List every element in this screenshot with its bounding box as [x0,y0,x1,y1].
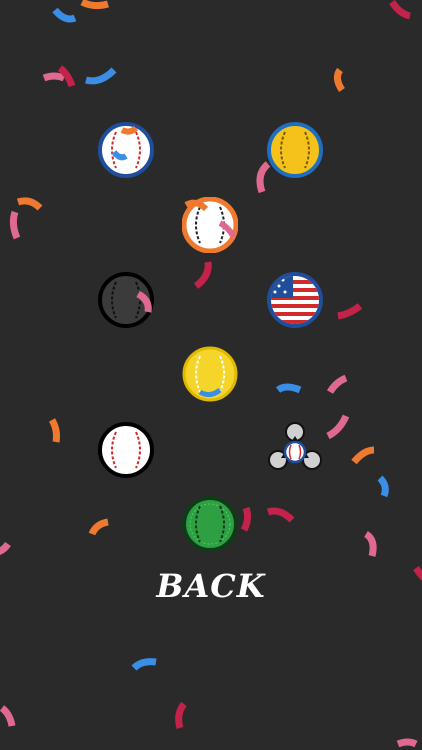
confetti-piece [240,506,252,532]
baseball-icon [98,272,154,328]
ball-option-gold[interactable] [267,122,323,178]
ball-option-green[interactable] [182,496,238,552]
confetti-piece [85,67,117,85]
ball-option-dark[interactable] [98,272,154,328]
confetti-piece [48,418,60,443]
baseball-icon [182,197,238,253]
fidget-spinner-icon [268,422,322,470]
baseball-icon [182,346,238,402]
confetti-piece [52,7,77,23]
confetti-piece [326,374,348,394]
confetti-piece [363,530,377,557]
ball-option-spinner[interactable] [267,422,323,478]
confetti-piece [80,0,109,10]
confetti-piece [175,701,187,729]
ball-option-usa[interactable] [267,272,323,328]
confetti-piece [0,705,16,727]
confetti-piece [396,738,418,748]
ball-option-classic[interactable] [98,122,154,178]
usa-flag-baseball-icon [267,272,323,328]
confetti-piece [351,446,375,465]
ball-option-yellow[interactable] [182,346,238,402]
ball-option-white-black[interactable] [98,422,154,478]
confetti-piece [326,414,350,440]
confetti-piece [377,475,389,498]
confetti-piece [88,518,109,536]
back-button[interactable]: BACK [0,562,422,610]
ball-option-orange[interactable] [182,197,238,253]
confetti-piece [16,197,43,211]
confetti-piece [42,72,66,82]
confetti-piece [275,383,302,394]
baseball-icon [267,122,323,178]
baseball-icon [182,496,238,552]
confetti-piece [337,303,363,320]
confetti-piece [131,658,157,671]
confetti-piece [333,67,345,92]
baseball-icon [98,122,154,178]
confetti-piece [193,261,212,289]
baseball-icon [98,422,154,478]
confetti-piece [9,210,21,240]
confetti-piece [266,507,295,523]
confetti-piece [0,541,11,555]
confetti-piece [389,0,411,20]
